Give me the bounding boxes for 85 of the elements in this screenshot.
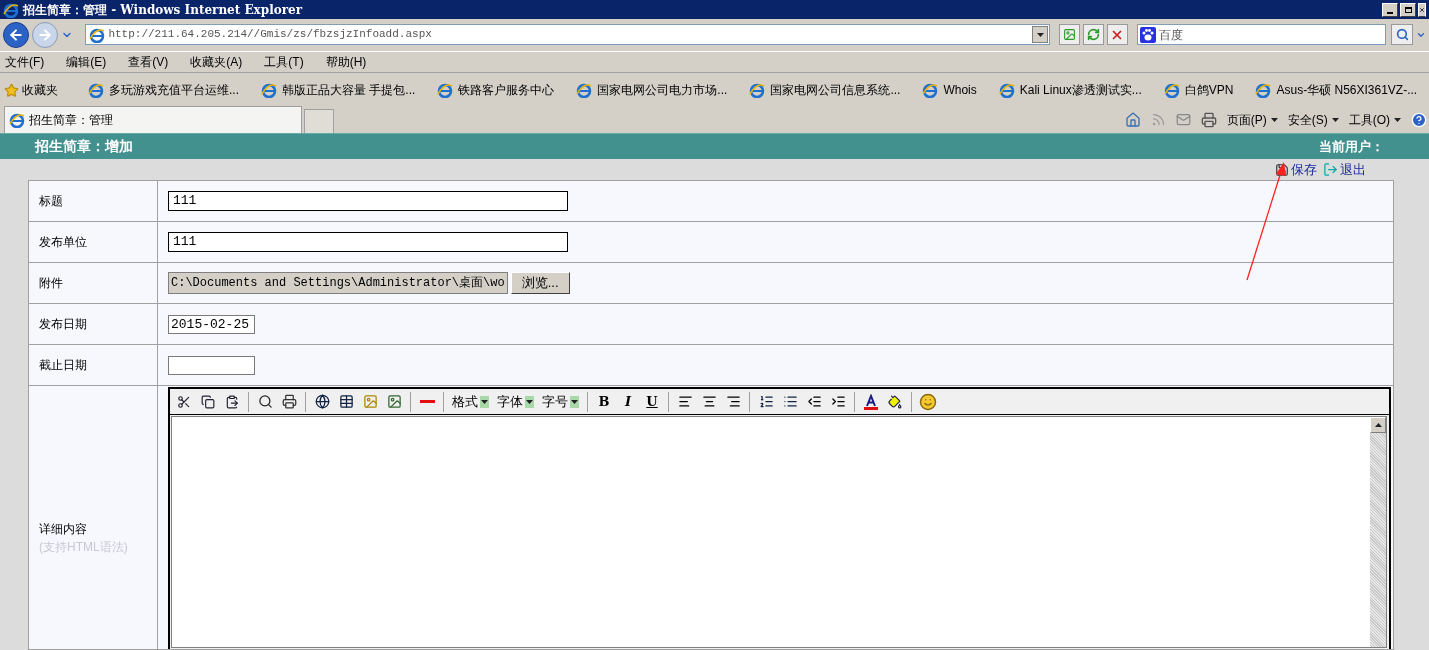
compatibility-button[interactable]	[1059, 24, 1081, 45]
home-icon[interactable]	[1124, 111, 1141, 128]
close-button[interactable]	[1418, 2, 1426, 17]
search-field[interactable]: 百度	[1136, 24, 1387, 45]
format-button[interactable]: B	[592, 389, 616, 414]
text-field[interactable]: 111	[168, 232, 568, 252]
caret-icon	[1036, 32, 1044, 37]
caret-icon	[571, 399, 578, 404]
menu-item[interactable]: 收藏夹(A)	[190, 53, 243, 71]
caret-icon	[1270, 117, 1278, 122]
caret-icon	[526, 399, 533, 404]
scroll-up-icon	[1374, 423, 1382, 427]
caret-icon	[1394, 117, 1401, 122]
favorite-link[interactable]: 韩版正品大容量 手提包...	[261, 81, 416, 99]
current-user-label: 当前用户：	[1319, 137, 1384, 156]
menu-item[interactable]: 文件(F)	[5, 53, 45, 71]
favorite-link[interactable]: Kali Linux渗透测试实...	[998, 81, 1142, 99]
ie-icon	[437, 82, 454, 98]
editor-dropdown[interactable]: 字体	[497, 391, 534, 412]
menu-item[interactable]: 工具(T)	[264, 53, 304, 71]
ie-icon	[576, 82, 593, 98]
ie-icon	[88, 82, 104, 98]
browser-tab[interactable]: 招生简章：管理	[4, 106, 302, 133]
favorites-button[interactable]: 收藏夹	[4, 81, 58, 99]
ie-icon	[9, 112, 25, 128]
refresh-button[interactable]	[1083, 24, 1105, 45]
ie-icon	[261, 82, 277, 98]
menu-item[interactable]: 编辑(E)	[66, 53, 107, 71]
command-menu[interactable]: 工具(O)	[1348, 110, 1401, 129]
date-field[interactable]: 2015-02-25	[168, 314, 255, 334]
url-text: http://211.64.205.214//Gmis/zs/fbzsjzInfoadd.aspx	[108, 27, 432, 43]
field-label: 截止日期	[39, 357, 87, 374]
field-label: 发布日期	[39, 316, 87, 333]
favorite-link[interactable]: 白鸽VPN	[1163, 81, 1234, 99]
favorite-link[interactable]: 国家电网公司电力市场...	[576, 81, 728, 99]
editor-dropdown[interactable]: 字号	[542, 391, 579, 412]
favorite-link[interactable]: Whois	[922, 81, 977, 99]
ie-icon	[1255, 82, 1272, 98]
ie-icon	[3, 1, 19, 18]
address-field[interactable]: http://211.64.205.214//Gmis/zs/fbzsjzInfoadd.aspx	[85, 24, 1051, 45]
field-label: 发布单位	[39, 234, 87, 251]
restore-button[interactable]	[1400, 2, 1416, 17]
search-engine-text: 百度	[1158, 26, 1183, 44]
stop-button[interactable]	[1107, 24, 1128, 45]
command-menu[interactable]: 页面(P)	[1226, 110, 1278, 129]
menu-item[interactable]: 帮助(H)	[325, 53, 367, 71]
ie-icon	[89, 26, 106, 43]
back-button[interactable]	[3, 21, 29, 48]
favorite-link[interactable]: Asus-华硕 N56XI361VZ-...	[1255, 81, 1418, 99]
browse-button[interactable]: 浏览...	[510, 272, 570, 294]
menu-item[interactable]: 查看(V)	[128, 53, 169, 71]
format-button[interactable]: U	[640, 389, 664, 414]
file-path-field[interactable]: C:\Documents and Settings\Administrator\桌面\wo	[168, 272, 508, 294]
paw-icon	[1139, 26, 1156, 43]
favorite-link[interactable]: 多玩游戏充值平台运维...	[88, 81, 239, 99]
search-icon	[1395, 28, 1409, 41]
text-field[interactable]: 111	[168, 191, 568, 211]
refresh-icon	[1087, 28, 1101, 41]
ie-icon	[1163, 82, 1180, 98]
help-icon[interactable]	[1411, 111, 1427, 128]
page-icon	[1063, 28, 1077, 41]
field-label: 标题	[39, 193, 63, 210]
star-icon	[4, 82, 19, 98]
caret-icon	[1331, 117, 1339, 122]
window-title: 招生简章：管理 - Windows Internet Explorer	[23, 1, 302, 19]
format-button[interactable]: I	[616, 389, 640, 414]
search-button[interactable]	[1391, 24, 1414, 45]
dropdown-button[interactable]	[1032, 26, 1049, 43]
page-title: 招生简章：增加	[35, 137, 133, 156]
date-field[interactable]	[168, 355, 255, 375]
caret-icon	[481, 399, 488, 404]
print-icon[interactable]	[1200, 111, 1217, 128]
field-label: 详细内容	[39, 520, 88, 538]
exit-link[interactable]: 退出	[1323, 159, 1366, 180]
command-menu[interactable]: 安全(S)	[1287, 110, 1339, 129]
exit-door-icon	[1323, 162, 1338, 177]
close-icon	[1419, 6, 1425, 13]
favorite-link[interactable]: 铁路客户服务中心	[437, 81, 555, 99]
editor-dropdown[interactable]: 格式	[452, 391, 489, 412]
ie-icon	[749, 82, 766, 98]
favorite-link[interactable]: 国家电网公司信息系统...	[749, 81, 901, 99]
field-label: 附件	[39, 275, 63, 292]
minimize-button[interactable]	[1382, 2, 1398, 17]
ie-icon	[922, 82, 939, 98]
ie-icon	[998, 82, 1015, 98]
